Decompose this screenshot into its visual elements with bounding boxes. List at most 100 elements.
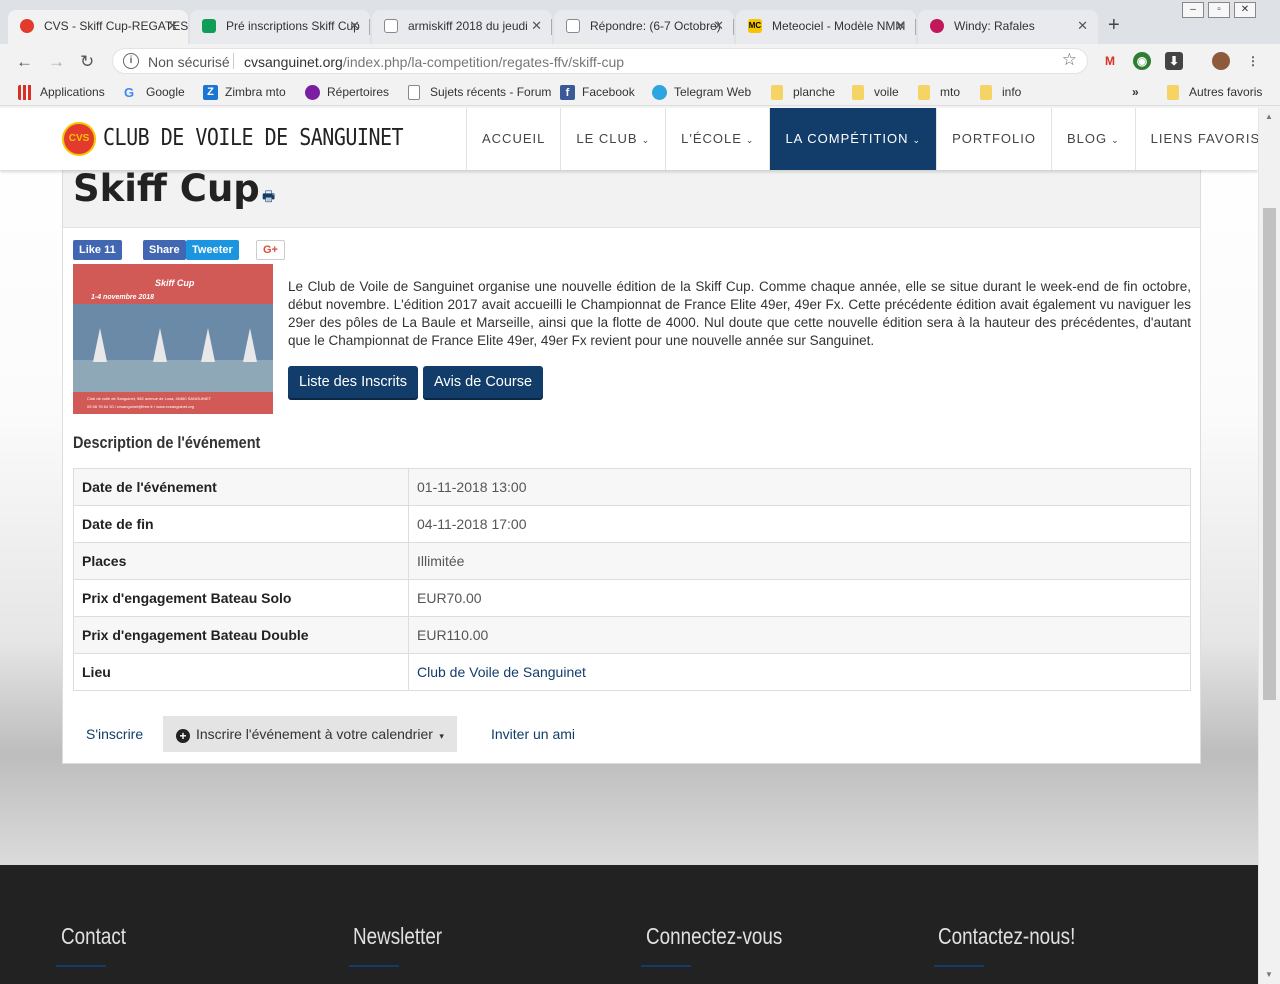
scrollbar-thumb[interactable] bbox=[1263, 208, 1276, 700]
print-icon[interactable]: 🖶 bbox=[262, 186, 275, 210]
star-icon[interactable]: ☆ bbox=[1062, 50, 1077, 70]
main-nav: ACCUEIL LE CLUB ⌄ L'ÉCOLE ⌄ LA COMPÉTITION… bbox=[466, 108, 1258, 170]
bookmark-google[interactable]: G Google bbox=[124, 85, 185, 100]
nav-liens-favoris[interactable]: LIENS FAVORIS bbox=[1134, 108, 1258, 170]
facebook-like-button[interactable]: Like 11 bbox=[73, 240, 122, 260]
nav-portfolio[interactable]: PORTFOLIO bbox=[936, 108, 1051, 170]
chevron-down-icon: ⌄ bbox=[745, 135, 755, 145]
close-icon[interactable]: ✕ bbox=[713, 10, 724, 42]
browser-chrome: CVS - Skiff Cup-REGATES ✕ Pré inscriptio… bbox=[0, 0, 1280, 108]
nav-accueil[interactable]: ACCUEIL bbox=[466, 108, 560, 170]
bookmark-forum[interactable]: Sujets récents - Forum bbox=[408, 85, 551, 100]
facebook-share-button[interactable]: Share bbox=[143, 240, 186, 260]
reload-icon[interactable]: ↻ bbox=[80, 52, 94, 72]
close-icon[interactable]: ✕ bbox=[349, 10, 360, 42]
title-band: Skiff Cup 🖶 bbox=[63, 167, 1200, 228]
facebook-icon: f bbox=[560, 85, 575, 100]
scroll-down-arrow-icon[interactable]: ▼ bbox=[1265, 970, 1273, 979]
bookmark-applications[interactable]: Applications bbox=[18, 85, 105, 100]
folder-icon bbox=[1167, 85, 1179, 100]
notice-of-race-button[interactable]: Avis de Course bbox=[423, 366, 544, 398]
forward-arrow-icon[interactable]: → bbox=[48, 52, 65, 72]
bookmark-folder-voile[interactable]: voile bbox=[852, 85, 899, 100]
minimize-button[interactable]: – bbox=[1182, 2, 1204, 18]
maximize-button[interactable]: ▫ bbox=[1208, 2, 1230, 18]
scroll-up-arrow-icon[interactable]: ▲ bbox=[1265, 112, 1273, 121]
tab-armiskiff[interactable]: armiskiff 2018 du jeudi ✕ bbox=[372, 10, 552, 44]
bookmark-other[interactable]: Autres favoris bbox=[1167, 85, 1262, 100]
close-icon[interactable]: ✕ bbox=[895, 10, 906, 42]
tab-meteociel[interactable]: MC Meteociel - Modèle NMM ✕ bbox=[736, 10, 916, 44]
bookmark-folder-planche[interactable]: planche bbox=[771, 85, 835, 100]
details-heading: Description de l'événement bbox=[73, 433, 261, 452]
close-icon[interactable]: ✕ bbox=[167, 10, 178, 42]
bookmark-repertoires[interactable]: Répertoires bbox=[305, 85, 389, 100]
new-tab-button[interactable]: + bbox=[1108, 14, 1120, 37]
nav-l-ecole[interactable]: L'ÉCOLE ⌄ bbox=[665, 108, 769, 170]
google-plus-button[interactable]: G+ bbox=[256, 240, 285, 260]
invite-friend-link[interactable]: Inviter un ami bbox=[478, 716, 588, 752]
bookmark-folder-mto[interactable]: mto bbox=[918, 85, 960, 100]
security-label: Non sécurisé bbox=[148, 54, 230, 70]
globe-extension-icon[interactable]: ◉ bbox=[1133, 52, 1151, 70]
table-row: Date de fin 04-11-2018 17:00 bbox=[73, 505, 1191, 543]
url-path: /index.php/la-competition/regates-ffv/sk… bbox=[342, 54, 625, 70]
tab-strip: CVS - Skiff Cup-REGATES ✕ Pré inscriptio… bbox=[0, 0, 1280, 44]
poster-title: Skiff Cup bbox=[155, 278, 195, 288]
menu-dots-icon[interactable]: ⋮ bbox=[1244, 52, 1262, 70]
tab-title: Windy: Rafales bbox=[954, 19, 1035, 33]
mc-icon: MC bbox=[748, 19, 762, 33]
url-text[interactable]: cvsanguinet.org/index.php/la-competition… bbox=[244, 54, 624, 70]
close-window-button[interactable]: ✕ bbox=[1234, 2, 1256, 18]
footer-heading-contact-us: Contactez-nous! bbox=[938, 923, 1076, 949]
event-actions: S'inscrire + Inscrire l'événement à votre… bbox=[73, 716, 673, 752]
sail-shape bbox=[243, 328, 257, 362]
caret-down-icon: ▾ bbox=[436, 731, 444, 741]
bookmark-facebook[interactable]: f Facebook bbox=[560, 85, 635, 100]
close-icon[interactable]: ✕ bbox=[531, 10, 542, 42]
location-link[interactable]: Club de Voile de Sanguinet bbox=[408, 653, 1191, 691]
chevron-down-icon: ⌄ bbox=[912, 135, 922, 145]
tab-pre-inscriptions[interactable]: Pré inscriptions Skiff Cup ✕ bbox=[190, 10, 370, 44]
address-bar[interactable]: i Non sécurisé cvsanguinet.org/index.php… bbox=[112, 48, 1088, 74]
info-icon[interactable]: i bbox=[123, 53, 139, 69]
close-icon[interactable]: ✕ bbox=[1077, 10, 1088, 42]
club-logo[interactable]: CVS bbox=[62, 122, 96, 156]
bookmark-telegram[interactable]: Telegram Web bbox=[652, 85, 751, 100]
tab-title: Répondre: (6-7 Octobre) bbox=[590, 19, 721, 33]
nav-la-competition[interactable]: LA COMPÉTITION ⌄ bbox=[769, 108, 937, 170]
back-arrow-icon[interactable]: ← bbox=[16, 52, 33, 72]
more-bookmarks-button[interactable]: » bbox=[1132, 85, 1139, 99]
bookmark-folder-info[interactable]: info bbox=[980, 85, 1021, 100]
tab-cvs[interactable]: CVS - Skiff Cup-REGATES ✕ bbox=[8, 10, 188, 44]
event-panel: Skiff Cup 🖶 Like 11 Share Tweeter G+ Ski… bbox=[62, 167, 1201, 764]
registered-list-button[interactable]: Liste des Inscrits bbox=[288, 366, 418, 398]
zimbra-icon: Z bbox=[203, 85, 218, 100]
chevron-down-icon: ⌄ bbox=[1111, 135, 1120, 145]
register-link[interactable]: S'inscrire bbox=[73, 716, 156, 752]
tab-repondre[interactable]: Répondre: (6-7 Octobre) ✕ bbox=[554, 10, 734, 44]
tab-title: Pré inscriptions Skiff Cup bbox=[226, 19, 360, 33]
sail-shape bbox=[153, 328, 167, 362]
tweet-button[interactable]: Tweeter bbox=[186, 240, 239, 260]
nav-le-club[interactable]: LE CLUB ⌄ bbox=[560, 108, 665, 170]
table-row: Lieu Club de Voile de Sanguinet bbox=[73, 653, 1191, 691]
event-poster-image[interactable]: Skiff Cup 1-4 novembre 2018 Club de voil… bbox=[73, 264, 273, 414]
bookmark-zimbra[interactable]: Z Zimbra mto bbox=[203, 85, 286, 100]
doc-icon bbox=[384, 19, 398, 33]
download-extension-icon[interactable]: ⬇ bbox=[1165, 52, 1183, 70]
page-scrollbar[interactable]: ▲ ▼ bbox=[1258, 108, 1280, 984]
directory-icon bbox=[305, 85, 320, 100]
gmail-icon[interactable]: M bbox=[1101, 52, 1119, 70]
nav-blog[interactable]: BLOG ⌄ bbox=[1050, 108, 1135, 170]
table-row: Date de l'événement 01-11-2018 13:00 bbox=[73, 468, 1191, 506]
site-header: CVS CLUB DE VOILE DE SANGUINET ACCUEIL L… bbox=[0, 108, 1258, 170]
site-footer: Contact Newsletter Connectez-vous Contac… bbox=[0, 865, 1258, 984]
site-name[interactable]: CLUB DE VOILE DE SANGUINET bbox=[103, 123, 404, 151]
folder-icon bbox=[771, 85, 783, 100]
poster-date: 1-4 novembre 2018 bbox=[91, 294, 155, 301]
folder-icon bbox=[980, 85, 992, 100]
add-to-calendar-button[interactable]: + Inscrire l'événement à votre calendrier… bbox=[163, 716, 457, 752]
avatar[interactable] bbox=[1212, 52, 1230, 70]
tab-windy[interactable]: Windy: Rafales ✕ bbox=[918, 10, 1098, 44]
